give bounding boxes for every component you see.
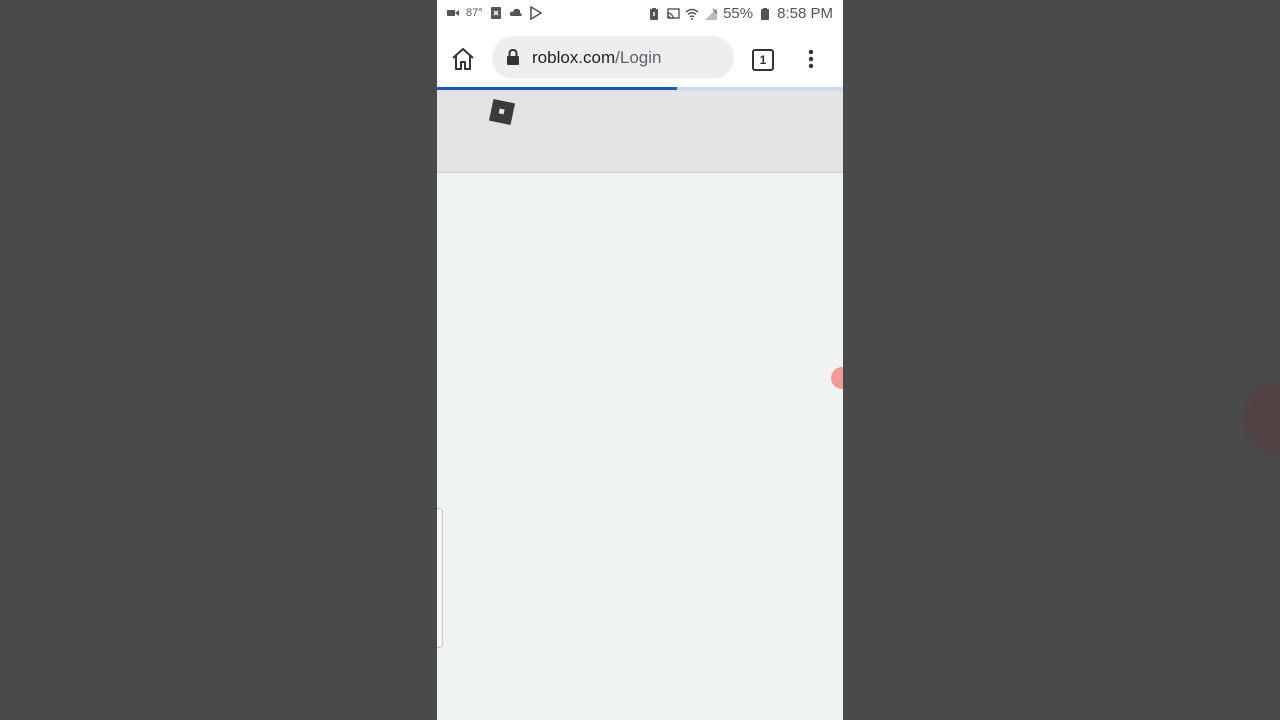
url-path: /Login [615, 48, 662, 67]
more-vert-icon [808, 49, 814, 69]
more-options-button[interactable] [801, 48, 821, 70]
roblox-logo-center [498, 108, 505, 115]
battery-alert-icon [647, 7, 661, 21]
site-header [437, 90, 843, 173]
phone-screen: 87° 55% 8:58 PM roblox.com/Login 1 [437, 0, 843, 720]
status-left-group: 87° [446, 6, 543, 20]
home-icon [452, 48, 474, 70]
clock-text: 8:58 PM [777, 5, 833, 22]
battery-percent-text: 55% [723, 5, 754, 22]
status-bar: 87° 55% 8:58 PM [437, 0, 843, 28]
lock-icon [507, 49, 519, 65]
tab-switcher-icon[interactable]: 1 [752, 49, 774, 71]
cast-icon [666, 7, 680, 21]
side-drawer-handle[interactable] [437, 508, 443, 648]
notification-x-icon [489, 6, 503, 20]
temperature-text: 87° [466, 7, 483, 19]
wifi-icon [685, 7, 699, 21]
url-domain: roblox.com [532, 48, 616, 67]
page-content [437, 173, 843, 720]
home-button[interactable] [450, 46, 476, 72]
url-text: roblox.com/Login [532, 48, 661, 68]
cloud-icon [509, 6, 523, 20]
battery-icon [758, 7, 772, 21]
roblox-logo-icon[interactable] [488, 98, 516, 126]
address-bar[interactable]: roblox.com/Login [492, 36, 734, 79]
right-letterbox [843, 0, 1280, 720]
left-letterbox [0, 0, 437, 720]
browser-toolbar: roblox.com/Login 1 [437, 28, 843, 88]
video-camera-icon [446, 6, 460, 20]
status-right-group: 55% 8:58 PM [647, 5, 833, 22]
play-store-icon [529, 6, 543, 20]
no-signal-icon [704, 7, 718, 21]
